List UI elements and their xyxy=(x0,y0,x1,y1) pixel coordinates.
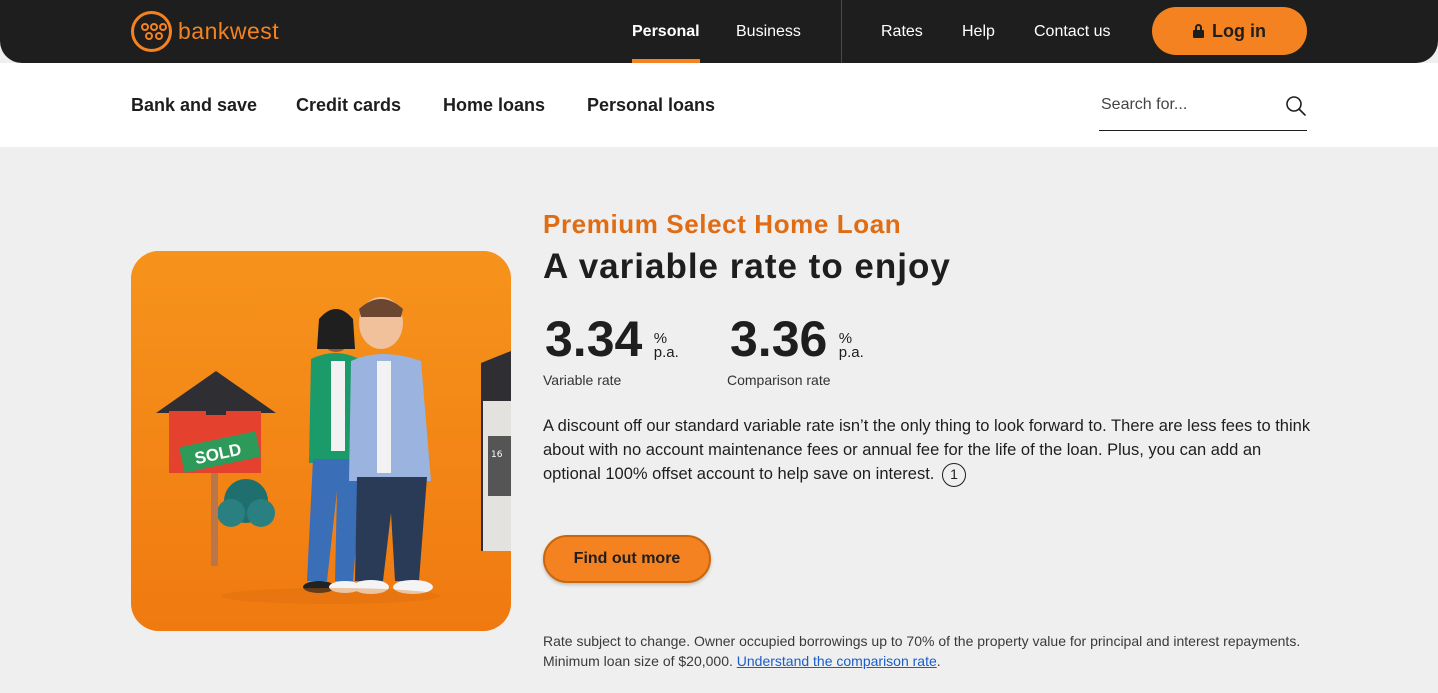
house-number: 16 xyxy=(491,450,503,460)
bankwest-logo[interactable]: bankwest xyxy=(131,11,279,52)
search-icon[interactable] xyxy=(1285,95,1307,117)
variable-rate-unit: % p.a. xyxy=(653,330,679,361)
nav-help[interactable]: Help xyxy=(962,0,995,63)
comparison-rate-label: Comparison rate xyxy=(727,372,831,388)
footnote-1-link[interactable]: 1 xyxy=(941,462,966,487)
nav-business[interactable]: Business xyxy=(736,0,801,63)
disclaimer-end: . xyxy=(936,653,941,669)
nav-divider xyxy=(841,0,842,63)
subnav-credit-cards[interactable]: Credit cards xyxy=(296,95,401,116)
nav-personal[interactable]: Personal xyxy=(632,0,700,63)
subnav-home-loans[interactable]: Home loans xyxy=(443,95,545,116)
subnav-bank-and-save[interactable]: Bank and save xyxy=(131,95,257,116)
comparison-rate-unit: % p.a. xyxy=(838,330,864,361)
hero-illustration: 16 SOLD xyxy=(131,251,511,631)
product-navigation: Bank and save Credit cards Home loans Pe… xyxy=(0,63,1438,147)
product-description-text: A discount off our standard variable rat… xyxy=(543,417,1311,483)
variable-rate-value: 3.34 xyxy=(545,311,643,367)
log-in-button[interactable]: Log in xyxy=(1152,7,1307,55)
bankwest-logo-icon xyxy=(131,11,172,52)
page-title: A variable rate to enjoy xyxy=(543,247,951,286)
search-box xyxy=(1099,83,1307,131)
top-navigation-bar: bankwest Personal Business Rates Help Co… xyxy=(0,0,1438,63)
nav-rates[interactable]: Rates xyxy=(881,0,923,63)
comparison-rate: 3.36 % p.a. Comparison rate xyxy=(727,310,864,388)
lock-icon xyxy=(1193,24,1204,38)
subnav-personal-loans[interactable]: Personal loans xyxy=(587,95,715,116)
variable-rate-label: Variable rate xyxy=(543,372,622,388)
find-out-more-button[interactable]: Find out more xyxy=(543,535,711,583)
couple-with-sold-sign-illustration: 16 SOLD xyxy=(131,251,511,631)
comparison-rate-link[interactable]: Understand the comparison rate xyxy=(737,653,937,669)
comparison-rate-value: 3.36 xyxy=(730,311,828,367)
product-eyebrow: Premium Select Home Loan xyxy=(543,209,902,239)
nav-contact-us[interactable]: Contact us xyxy=(1034,0,1110,63)
rate-disclaimer: Rate subject to change. Owner occupied b… xyxy=(543,631,1333,671)
search-input[interactable] xyxy=(1101,93,1276,117)
variable-rate: 3.34 % p.a. Variable rate xyxy=(543,310,679,388)
brand-name: bankwest xyxy=(178,18,280,44)
log-in-label: Log in xyxy=(1212,20,1266,41)
product-description: A discount off our standard variable rat… xyxy=(543,414,1313,487)
